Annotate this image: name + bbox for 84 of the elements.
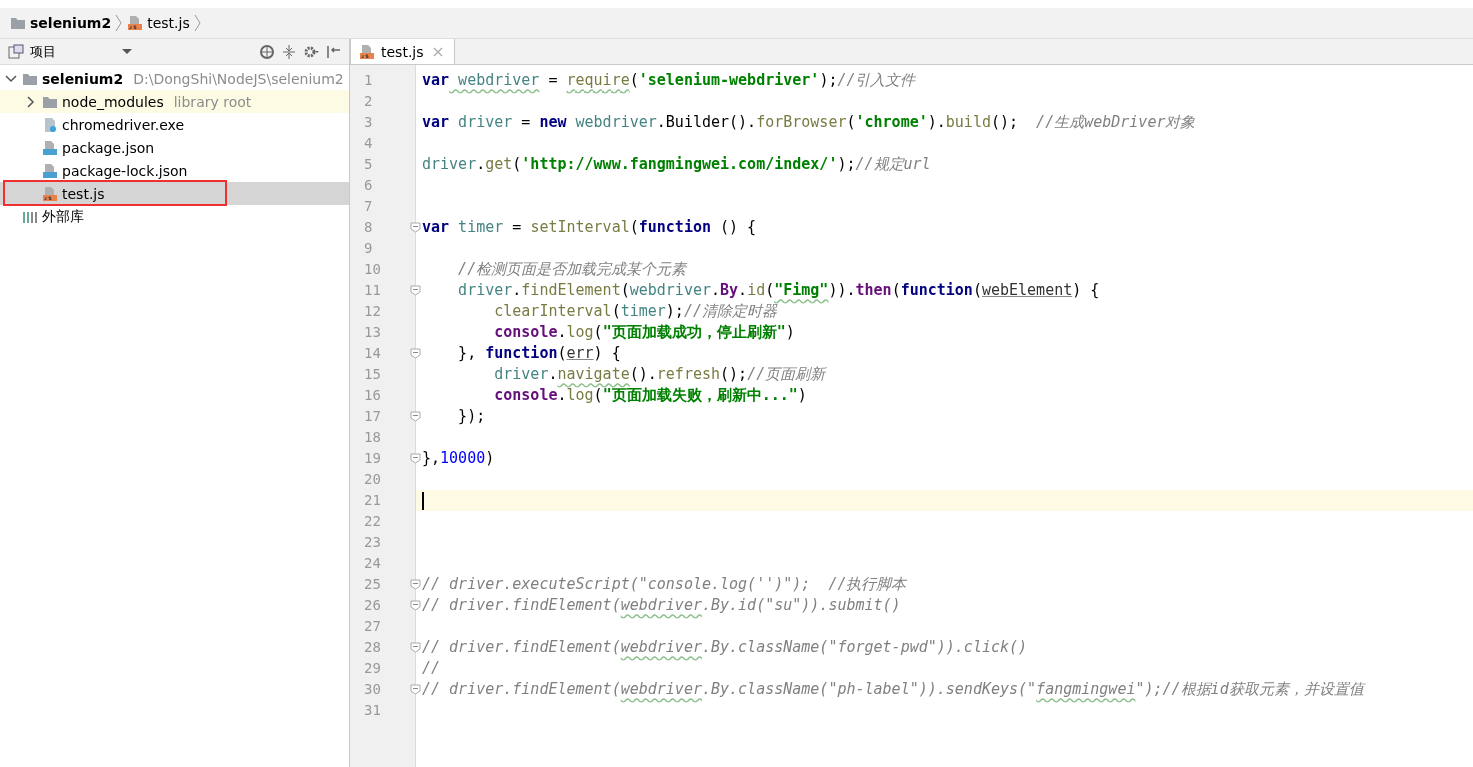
tree-item[interactable]: package-lock.json <box>0 159 349 182</box>
code-line: // driver.findElement(webdriver.By.className("ph-label")).sendKeys("fangmingwei");//根据id获取元素，并设置值 <box>421 679 1367 700</box>
text-caret <box>422 491 424 510</box>
js-file-icon <box>127 15 144 31</box>
code-line: var webdriver = require('selenium-webdriver');//引入文件 <box>421 70 917 91</box>
panel-title[interactable]: 项目 <box>30 42 56 61</box>
breadcrumb-item[interactable]: test.js <box>147 15 190 31</box>
code-line: // driver.findElement(webdriver.By.className("forget-pwd")).click() <box>421 637 1029 658</box>
js-file-icon <box>359 43 375 60</box>
collapse-icon <box>281 43 297 60</box>
line-number: 13 <box>364 324 381 340</box>
breadcrumb-item[interactable]: selenium2 <box>30 15 112 31</box>
line-number: 25 <box>364 576 381 592</box>
line-number: 16 <box>364 387 381 403</box>
item-label: package.json <box>62 139 155 156</box>
line-number: 20 <box>364 471 381 487</box>
item-label: chromedriver.exe <box>62 116 185 133</box>
js-file-icon <box>42 185 58 202</box>
folder-icon <box>10 15 26 31</box>
line-number: 23 <box>364 534 381 550</box>
line-number: 27 <box>364 618 381 634</box>
code-line: console.log("页面加载成功，停止刷新") <box>493 322 796 343</box>
code-line: console.log("页面加载失败，刷新中...") <box>493 385 808 406</box>
line-number: 7 <box>364 198 373 214</box>
line-number: 9 <box>364 240 373 256</box>
json-file-icon <box>42 162 58 179</box>
item-label: node_modules <box>62 93 164 110</box>
code-line: // <box>421 658 442 679</box>
tree-item[interactable]: selenium2 D:\DongShi\NodeJS\selenium2 <box>0 67 349 90</box>
tree-item[interactable]: test.js <box>0 182 349 205</box>
hide-panel-icon <box>325 43 341 60</box>
tree-item[interactable]: chromedriver.exe <box>0 113 349 136</box>
line-number: 8 <box>364 219 373 235</box>
item-label: test.js <box>62 185 105 202</box>
chevron-icon <box>115 13 124 33</box>
tree-item[interactable]: package.json <box>0 136 349 159</box>
crosshair-icon <box>259 43 275 60</box>
item-label: selenium2 <box>42 70 124 87</box>
chevron-icon <box>193 13 202 33</box>
unknown-file-icon <box>42 116 58 133</box>
line-number: 6 <box>364 177 373 193</box>
code-line: driver.navigate().refresh();//页面刷新 <box>493 364 828 385</box>
line-number: 18 <box>364 429 381 445</box>
line-number: 21 <box>364 492 381 508</box>
code-line: }, function(err) { <box>457 343 622 364</box>
line-number: 29 <box>364 660 381 676</box>
code-line: driver.get('http://www.fangmingwei.com/index/');//规定url <box>421 154 932 175</box>
code-line: var driver = new webdriver.Builder().forBrowser('chrome').build(); //生成webDriver对象 <box>421 112 1197 133</box>
line-number: 30 <box>364 681 381 697</box>
code-line: //检测页面是否加载完成某个元素 <box>457 259 689 280</box>
line-number: 1 <box>364 72 373 88</box>
line-number: 15 <box>364 366 381 382</box>
code-line: var timer = setInterval(function () { <box>421 217 758 238</box>
line-number: 14 <box>364 345 381 361</box>
json-file-icon <box>42 139 58 156</box>
tree-item[interactable]: 外部库 <box>0 205 349 228</box>
line-number: 28 <box>364 639 381 655</box>
code-line: // driver.findElement(webdriver.By.id("su")).submit() <box>421 595 902 616</box>
code-line: // driver.executeScript("console.log('')"); //执行脚本 <box>421 574 908 595</box>
line-number: 3 <box>364 114 373 130</box>
line-number: 17 <box>364 408 381 424</box>
line-number: 19 <box>364 450 381 466</box>
code-line: clearInterval(timer);//清除定时器 <box>493 301 779 322</box>
item-label: 外部库 <box>42 207 84 226</box>
line-number: 31 <box>364 702 381 718</box>
line-number: 4 <box>364 135 373 151</box>
project-icon <box>8 43 24 60</box>
line-number: 10 <box>364 261 381 277</box>
line-number: 11 <box>364 282 381 298</box>
editor-tab[interactable]: test.js <box>350 39 455 64</box>
code-line: driver.findElement(webdriver.By.id("Fimg")).then(function(webElement) { <box>457 280 1101 301</box>
dropdown-caret-icon <box>122 49 132 54</box>
line-number: 2 <box>364 93 373 109</box>
line-number: 22 <box>364 513 381 529</box>
item-label: package-lock.json <box>62 162 188 179</box>
line-number: 5 <box>364 156 373 172</box>
line-number: 12 <box>364 303 381 319</box>
line-number: 24 <box>364 555 381 571</box>
tree-item[interactable]: node_modules library root <box>0 90 349 113</box>
code-line: }); <box>457 406 487 427</box>
item-hint: D:\DongShi\NodeJS\selenium2 <box>133 70 344 87</box>
item-hint: library root <box>173 93 252 110</box>
line-number: 26 <box>364 597 381 613</box>
code-line: },10000) <box>421 448 496 469</box>
